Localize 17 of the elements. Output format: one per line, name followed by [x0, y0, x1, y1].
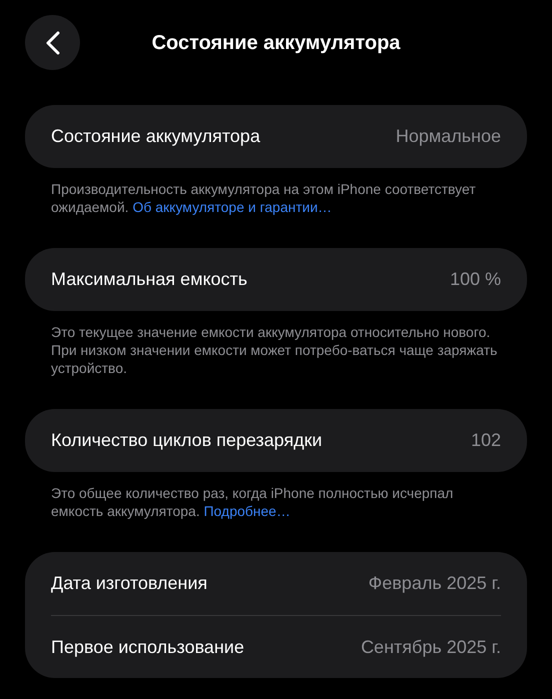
footnote-link[interactable]: Об аккумуляторе и гарантии…	[132, 199, 332, 215]
row-label: Максимальная емкость	[51, 268, 248, 291]
row-value: 102	[470, 429, 501, 452]
row-value: Нормальное	[396, 125, 501, 148]
row-label: Дата изготовления	[51, 572, 208, 595]
row-label: Состояние аккумулятора	[51, 125, 260, 148]
row-value: 100 %	[450, 268, 501, 291]
back-icon	[46, 30, 60, 54]
row-value: Сентябрь 2025 г.	[360, 636, 501, 659]
footnote-text: Производительность аккумулятора на этом iPhone соответствует ожидаемой. Об аккумуляторе и гарантии…	[50, 180, 477, 216]
row-label: Количество циклов перезарядки	[51, 429, 322, 452]
footnote-text: Это общее количество раз, когда iPhone полностью исчерпал емкость аккумулятора. Подробнее…	[50, 484, 454, 520]
footnote-link[interactable]: Подробнее…	[204, 503, 290, 519]
row-value: Февраль 2025 г.	[368, 572, 501, 595]
footnote-text: Это текущее значение емкости аккумулятора относительно нового. При низком значении емкости может потребо-ваться чаще заряжать устройство.	[50, 323, 498, 377]
row-label: Первое использование	[51, 636, 244, 659]
page-title: Состояние аккумулятора	[152, 30, 400, 56]
